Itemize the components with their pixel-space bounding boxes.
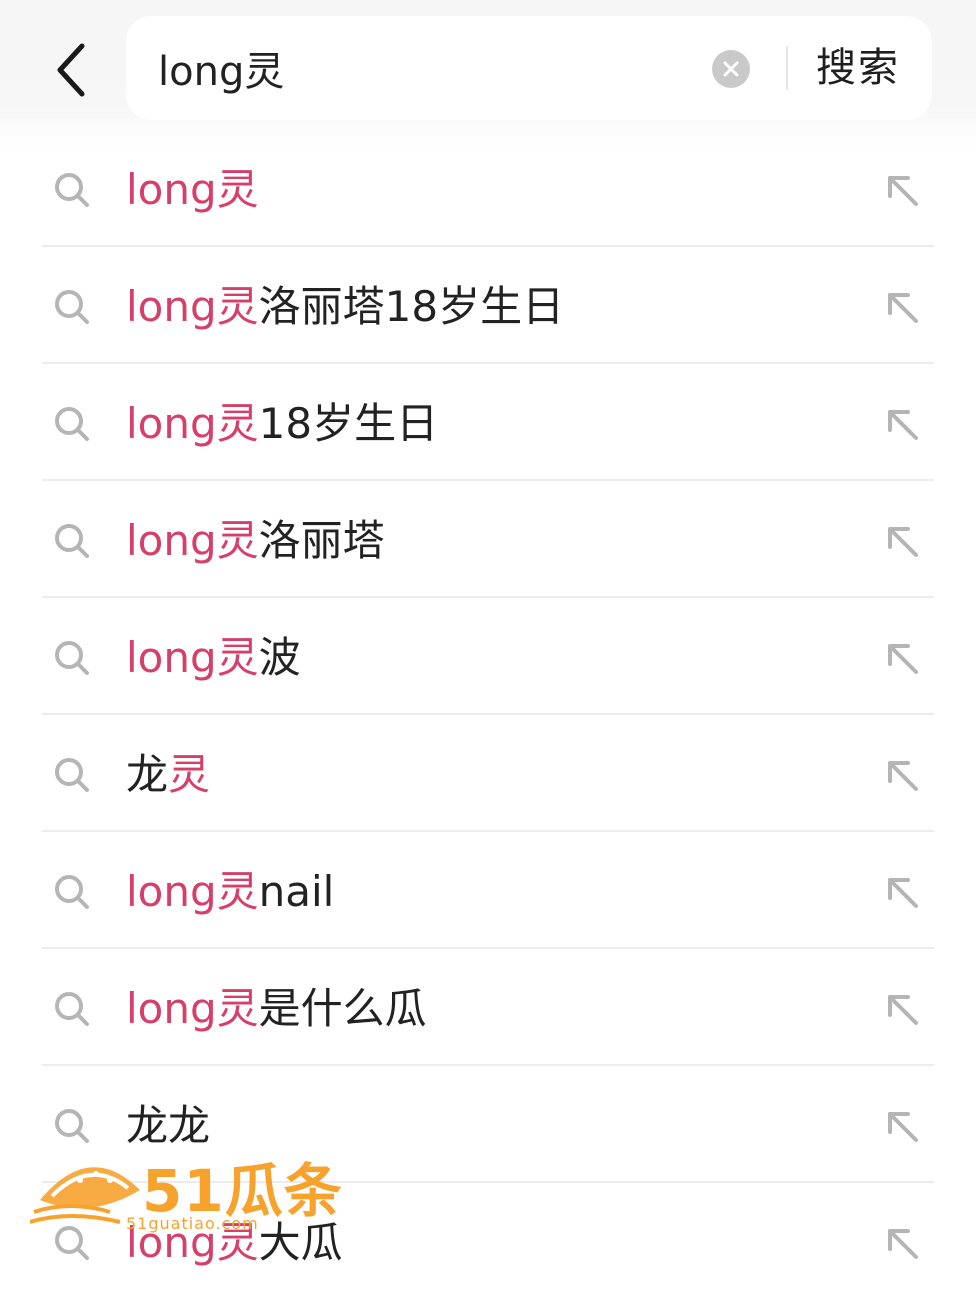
suggestion-row[interactable]: long灵nail (42, 832, 934, 949)
suggestion-text: 龙灵 (126, 745, 210, 805)
suggestion-highlight: long灵 (126, 282, 259, 331)
suggestion-text: long灵nail (126, 862, 334, 922)
suggestion-highlight: long灵 (126, 633, 259, 682)
arrow-up-left-icon[interactable] (882, 1223, 922, 1263)
suggestion-rest: 洛丽塔18岁生日 (258, 282, 565, 331)
arrow-up-left-icon[interactable] (882, 989, 922, 1029)
suggestion-text: 龙龙 (126, 1096, 210, 1156)
suggestion-row[interactable]: 龙龙 (42, 1066, 934, 1183)
search-icon (55, 524, 89, 558)
suggestion-prefix: 龙 (126, 750, 169, 799)
search-icon (55, 875, 89, 909)
suggestion-row[interactable]: long灵 (42, 130, 934, 247)
search-icon (55, 290, 89, 324)
back-button[interactable] (40, 30, 104, 110)
suggestion-highlight: long灵 (126, 1218, 259, 1267)
suggestion-row[interactable]: long灵波 (42, 598, 934, 715)
suggestion-text: long灵洛丽塔 (126, 511, 385, 571)
search-icon (55, 407, 89, 441)
search-icon (55, 641, 89, 675)
suggestion-text: long灵大瓜 (126, 1213, 343, 1273)
search-input[interactable] (158, 38, 698, 98)
search-icon (55, 173, 89, 207)
clear-button[interactable] (712, 50, 750, 88)
suggestion-row[interactable]: long灵洛丽塔 (42, 481, 934, 598)
suggestion-text: long灵洛丽塔18岁生日 (126, 277, 564, 337)
search-box: 搜索 (126, 16, 932, 120)
suggestion-row[interactable]: 龙灵 (42, 715, 934, 832)
chevron-left-icon (57, 43, 85, 97)
search-icon (55, 992, 89, 1026)
arrow-up-left-icon[interactable] (882, 638, 922, 678)
search-icon (55, 1109, 89, 1143)
suggestion-prefix: 龙龙 (126, 1101, 211, 1150)
arrow-up-left-icon[interactable] (882, 287, 922, 327)
suggestion-highlight: long灵 (126, 516, 259, 565)
arrow-up-left-icon[interactable] (882, 521, 922, 561)
suggestion-row[interactable]: long灵是什么瓜 (42, 949, 934, 1066)
arrow-up-left-icon[interactable] (882, 755, 922, 795)
suggestion-row[interactable]: long灵大瓜 (42, 1183, 934, 1298)
suggestion-rest: 是什么瓜 (258, 984, 427, 1033)
suggestion-rest: 洛丽塔 (258, 516, 385, 565)
suggestion-text: long灵波 (126, 628, 301, 688)
suggestion-highlight: long灵 (126, 399, 259, 448)
arrow-up-left-icon[interactable] (882, 404, 922, 444)
suggestion-row[interactable]: long灵18岁生日 (42, 364, 934, 481)
arrow-up-left-icon[interactable] (882, 1106, 922, 1146)
suggestion-highlight: 灵 (168, 750, 211, 799)
suggestion-highlight: long灵 (126, 984, 259, 1033)
suggestion-highlight: long灵 (126, 867, 259, 916)
suggestion-rest: 18岁生日 (258, 399, 439, 448)
arrow-up-left-icon[interactable] (882, 170, 922, 210)
suggestion-rest: 波 (258, 633, 301, 682)
suggestion-text: long灵18岁生日 (126, 394, 438, 454)
suggestion-rest: 大瓜 (258, 1218, 343, 1267)
clear-circle-icon (723, 61, 739, 77)
suggestion-row[interactable]: long灵洛丽塔18岁生日 (42, 247, 934, 364)
search-icon (55, 1226, 89, 1260)
search-divider (786, 46, 788, 90)
suggestion-text: long灵是什么瓜 (126, 979, 427, 1039)
search-header: 搜索 (0, 0, 976, 150)
suggestion-text: long灵 (126, 160, 259, 220)
search-button[interactable]: 搜索 (816, 40, 900, 96)
suggestion-list: long灵 long灵洛丽塔18岁生日 long灵18岁生日 long灵洛丽塔 … (0, 130, 976, 1298)
suggestion-rest: nail (258, 867, 335, 916)
arrow-up-left-icon[interactable] (882, 872, 922, 912)
suggestion-highlight: long灵 (126, 165, 259, 214)
search-icon (55, 758, 89, 792)
